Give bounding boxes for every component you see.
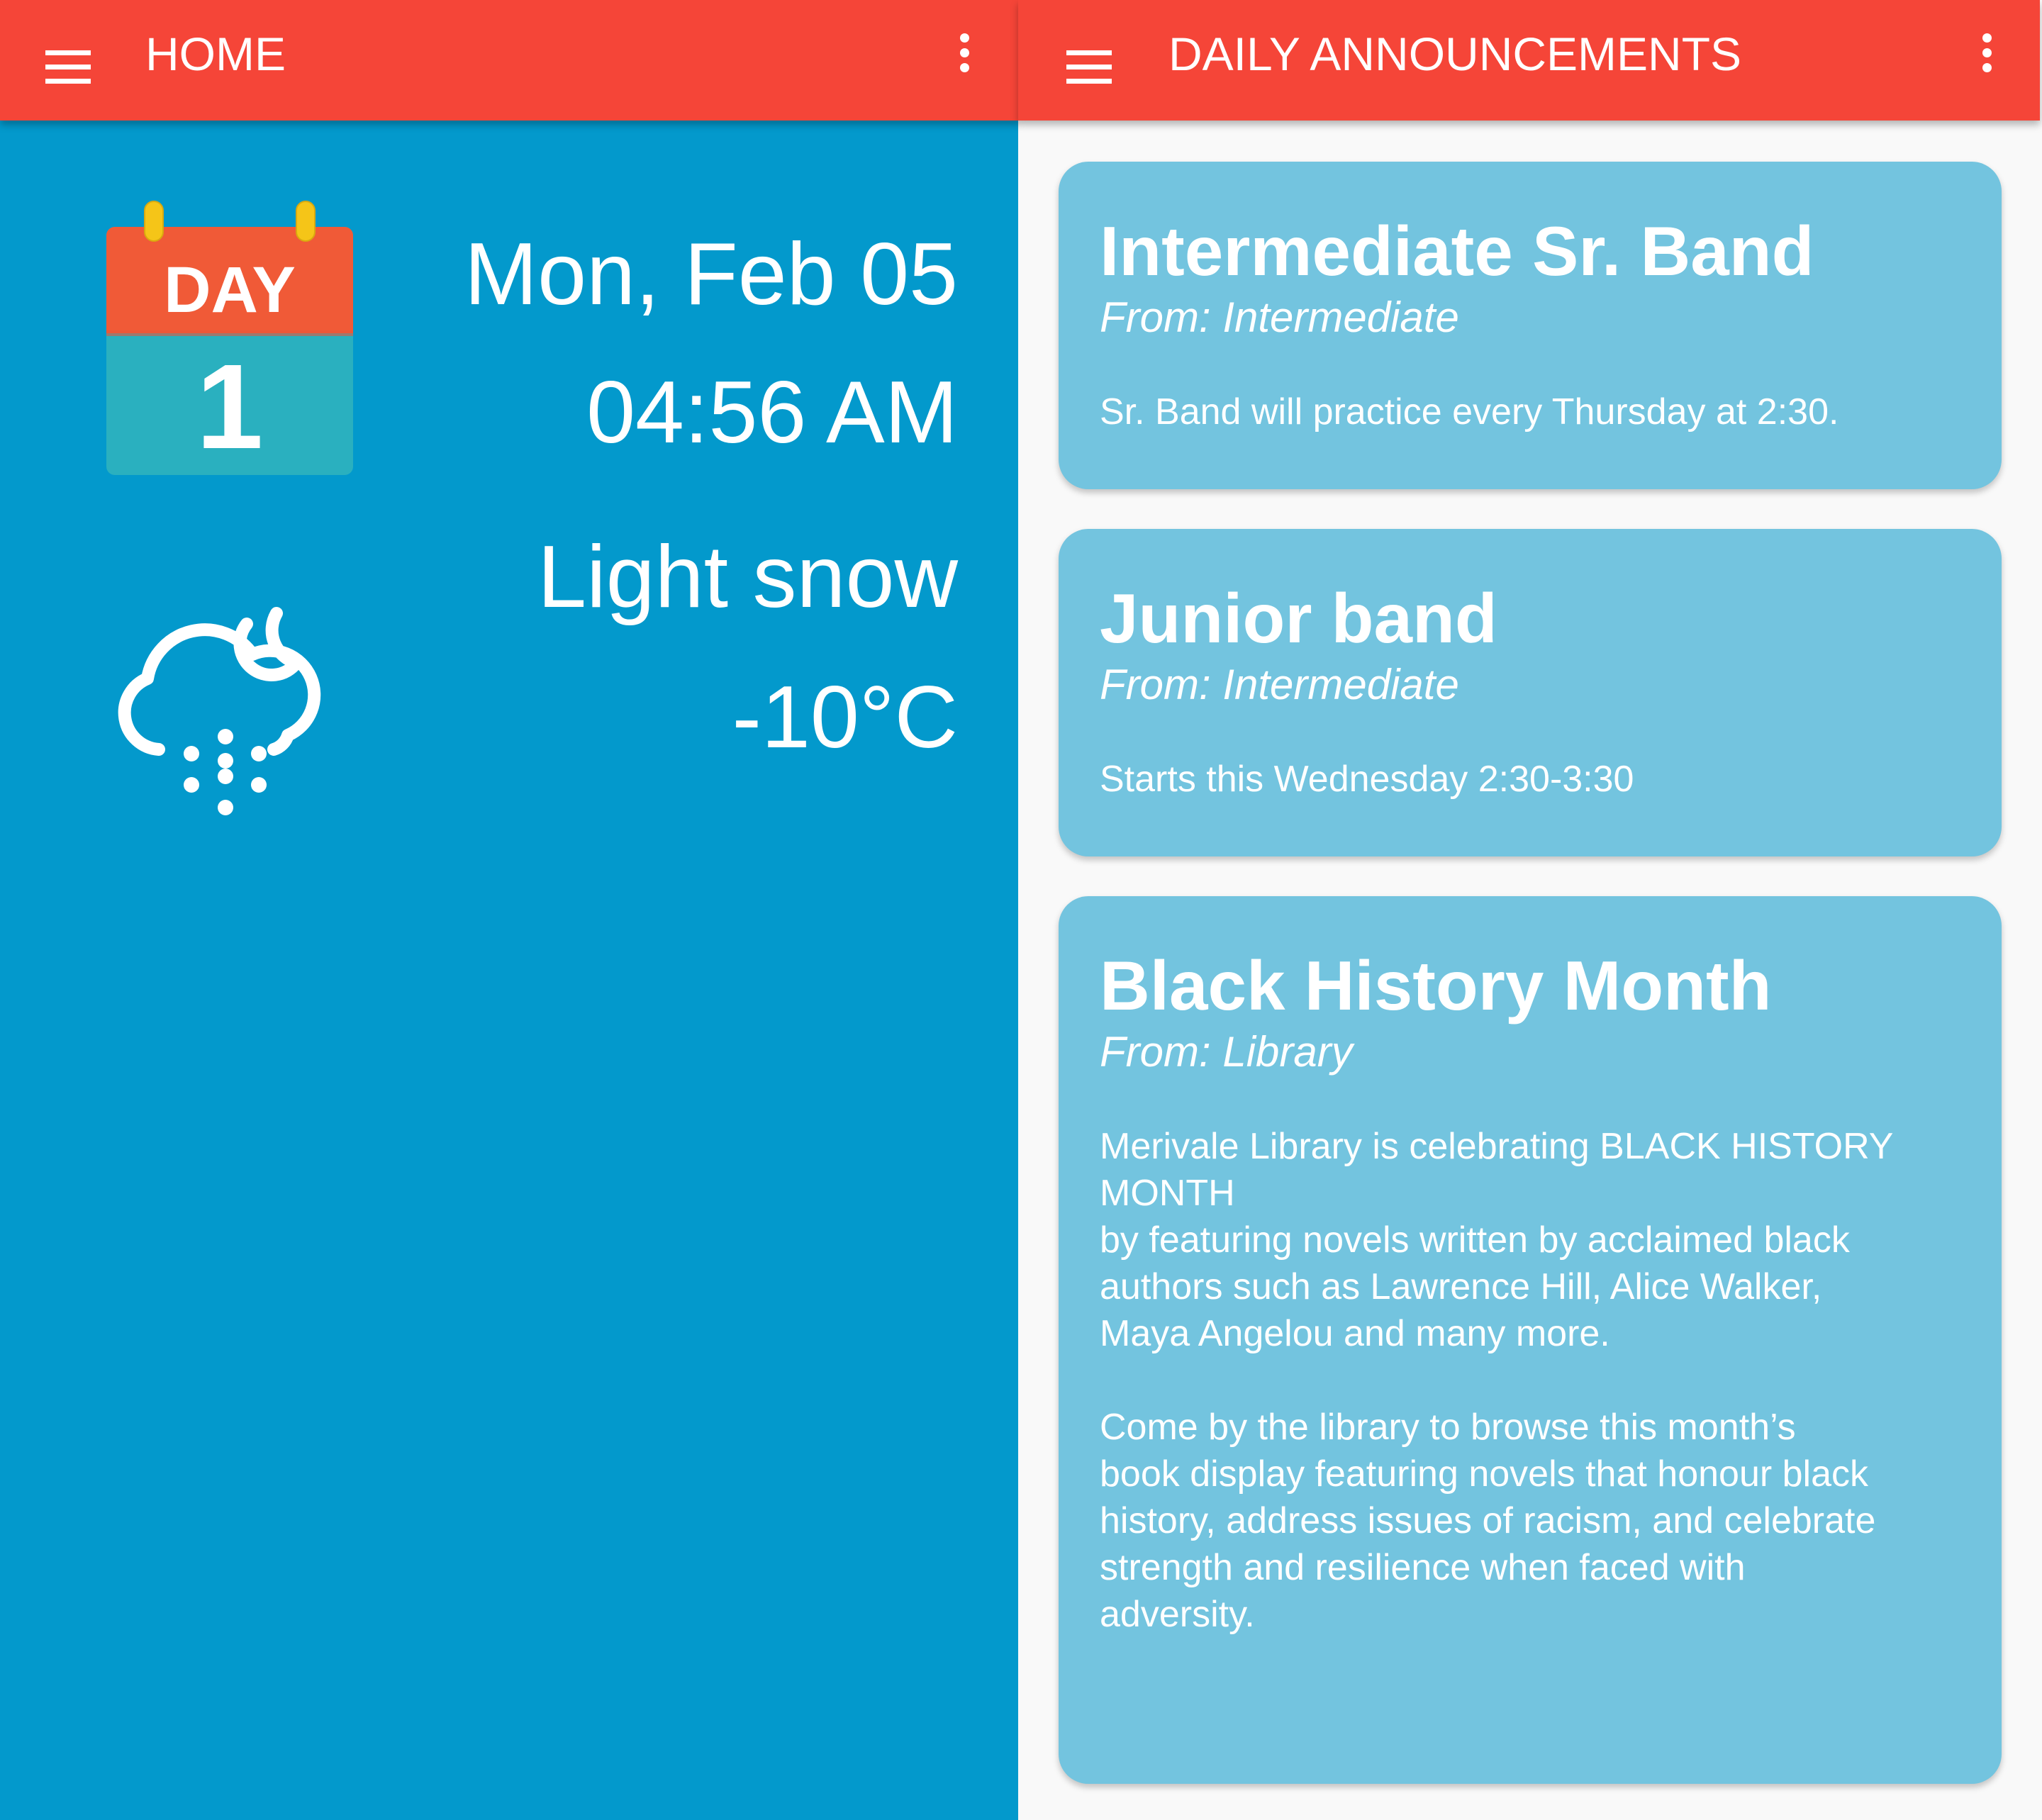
announcement-title: Junior band (1100, 579, 1497, 657)
announcement-body: Merivale Library is celebrating BLACK HI… (1100, 1126, 1894, 1635)
app-screens: HOME DAY 1 Mon, Feb 05 04:56 AM Light sn… (0, 0, 2042, 1820)
current-date: Mon, Feb 05 (464, 225, 958, 323)
announcements-app-bar: DAILY ANNOUNCEMENTS (1018, 0, 2040, 121)
more-vert-icon[interactable] (1965, 24, 2008, 102)
announcement-source: From: Library (1100, 1028, 1353, 1076)
snow-cloud-moon-icon (118, 607, 321, 815)
announcement-list: Intermediate Sr. Band From: Intermediate… (1059, 162, 2002, 1820)
announcement-card[interactable]: Junior band From: Intermediate Starts th… (1059, 529, 2002, 856)
home-app-bar: HOME (0, 0, 1018, 121)
announcements-screen: DAILY ANNOUNCEMENTS Intermediate Sr. Ban… (1018, 0, 2042, 1820)
announcement-source: From: Intermediate (1100, 661, 1459, 708)
current-time: 04:56 AM (586, 364, 958, 462)
day-calendar-icon: DAY 1 (106, 201, 353, 475)
day-badge-label: DAY (164, 254, 296, 326)
announcements-title: DAILY ANNOUNCEMENTS (1168, 28, 1742, 80)
home-screen: HOME DAY 1 Mon, Feb 05 04:56 AM Light sn… (0, 0, 1018, 1820)
more-vert-icon[interactable] (943, 24, 986, 102)
announcement-title: Intermediate Sr. Band (1100, 212, 1814, 290)
hamburger-menu-icon[interactable] (31, 27, 102, 98)
day-badge-number: 1 (196, 340, 264, 474)
announcement-source: From: Intermediate (1100, 294, 1459, 341)
weather-condition: Light snow (537, 528, 958, 626)
hamburger-menu-icon[interactable] (1052, 27, 1123, 98)
announcement-card[interactable]: Intermediate Sr. Band From: Intermediate… (1059, 162, 2002, 489)
announcement-card[interactable]: Black History Month From: Library Meriva… (1059, 896, 2002, 1784)
announcement-title: Black History Month (1100, 947, 1772, 1025)
weather-temperature: -10°C (732, 669, 958, 766)
announcement-body: Starts this Wednesday 2:30-3:30 (1100, 759, 1634, 800)
announcement-body: Sr. Band will practice every Thursday at… (1100, 391, 1839, 432)
home-title: HOME (145, 28, 286, 80)
